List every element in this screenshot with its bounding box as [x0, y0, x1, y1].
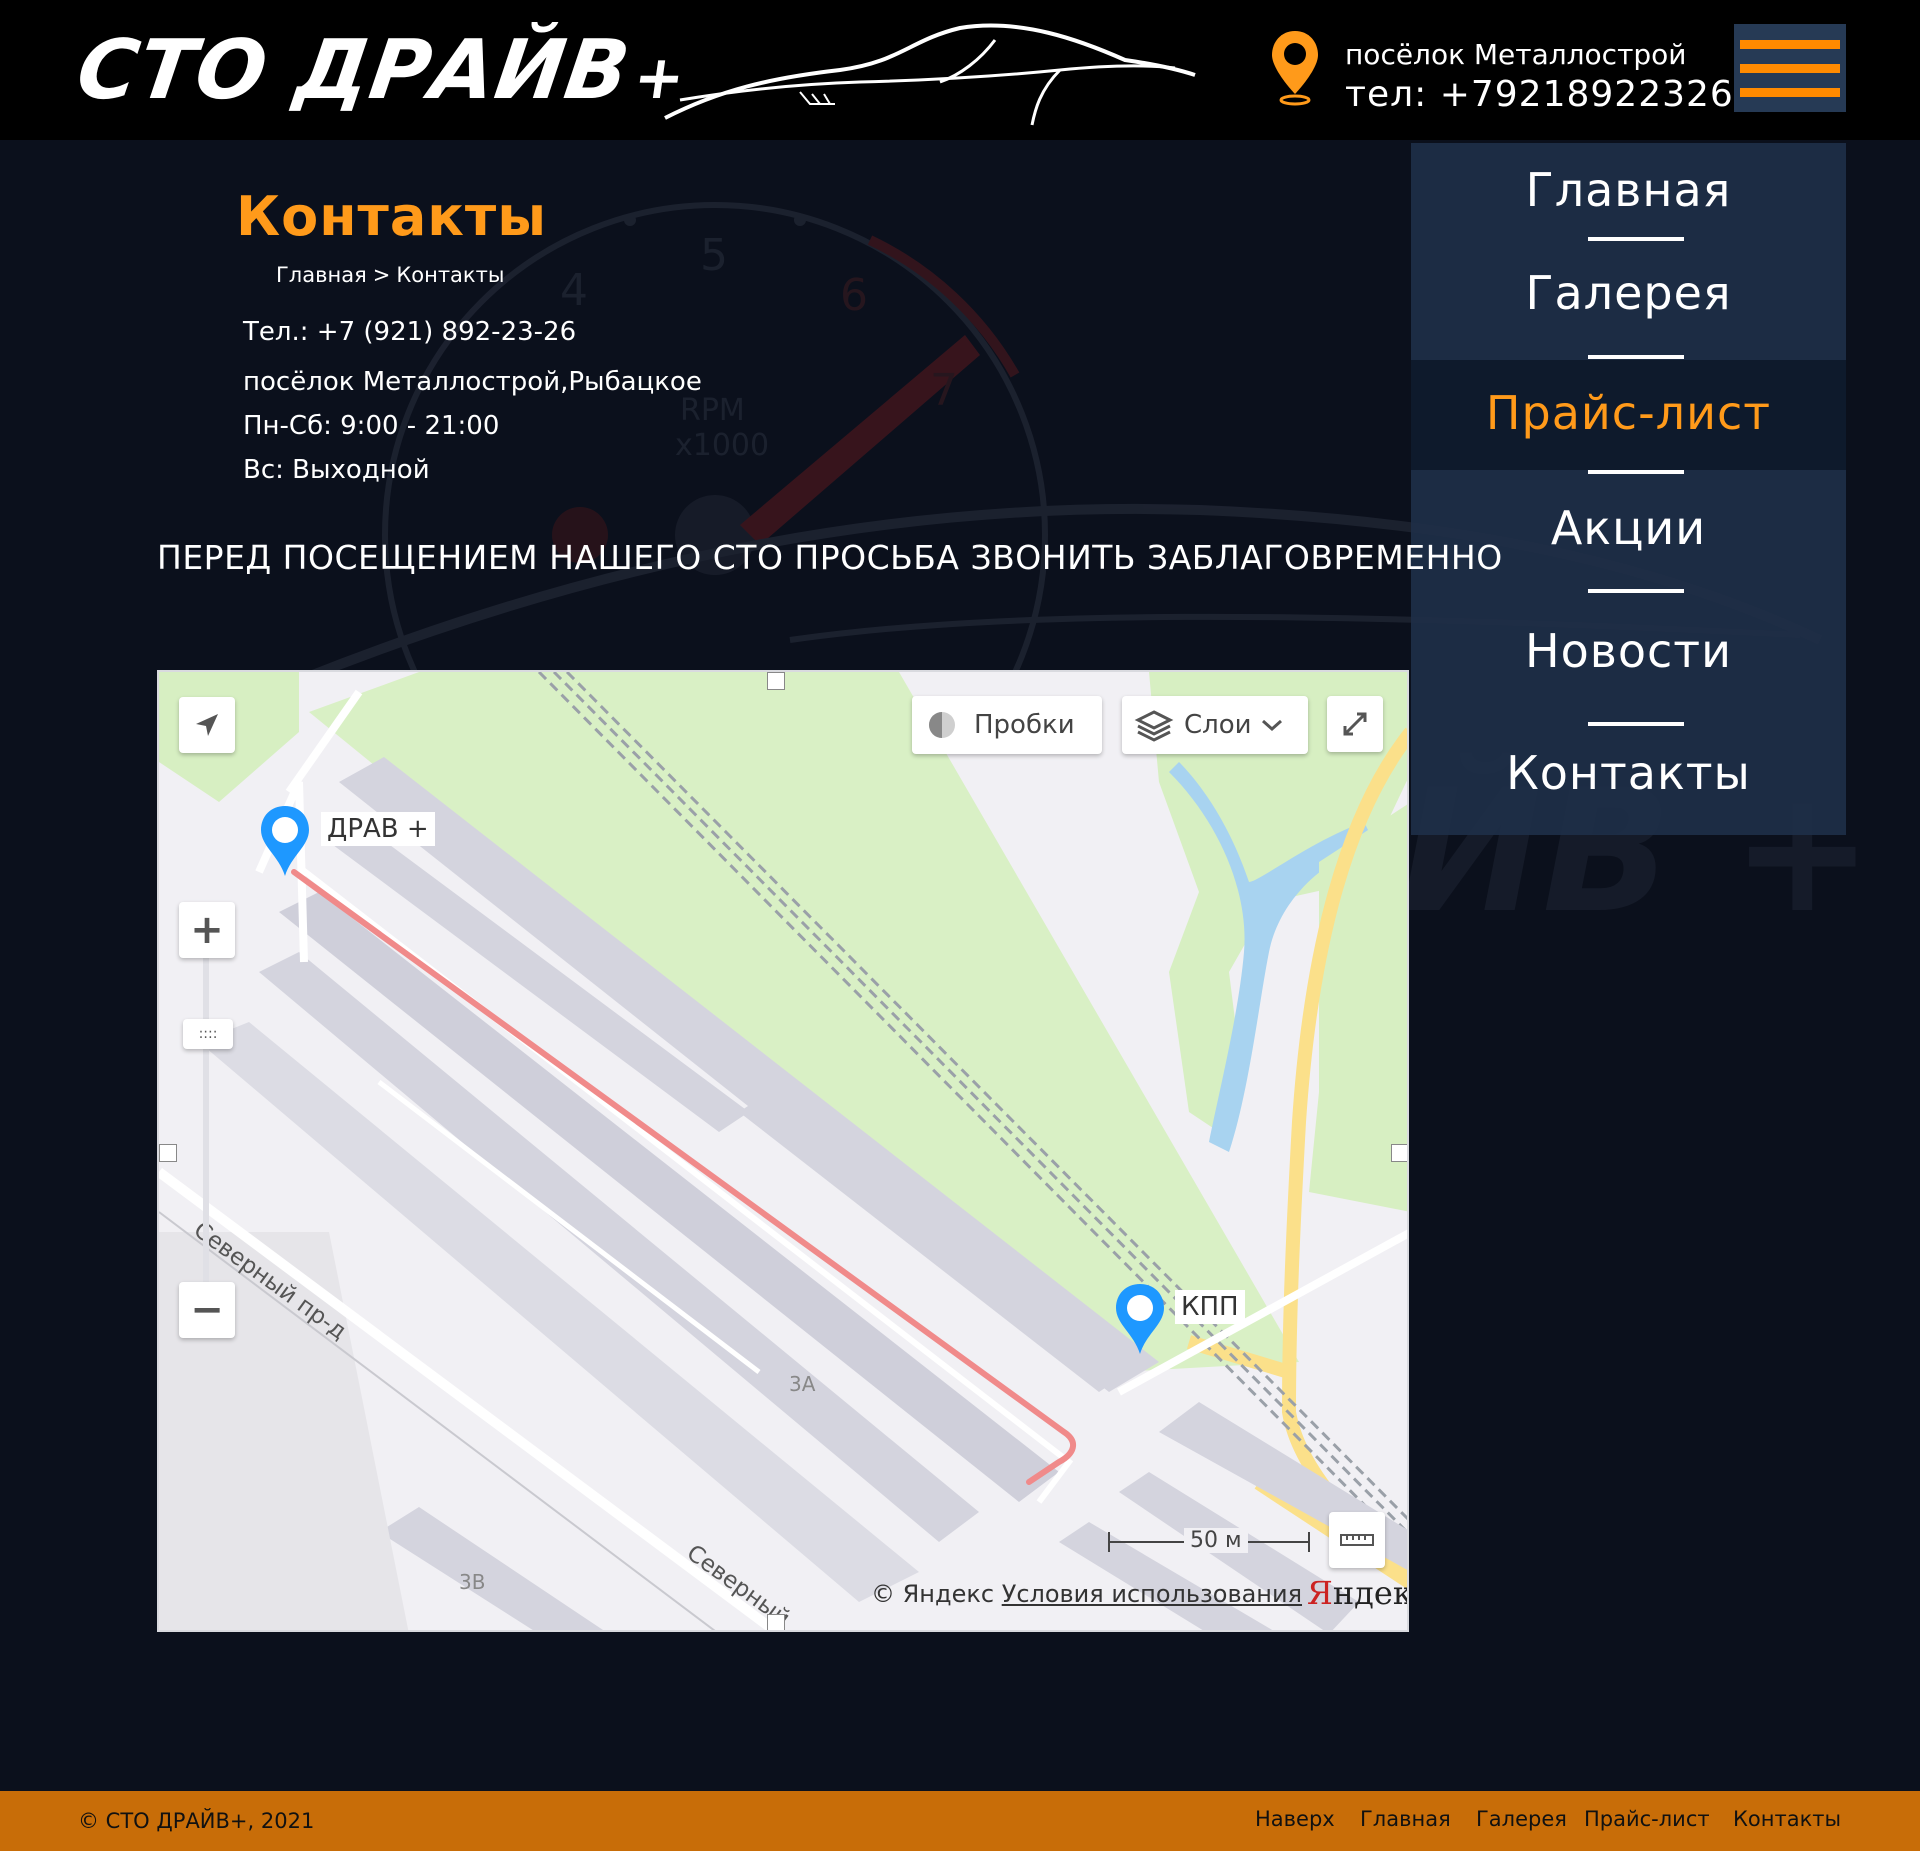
resize-handle[interactable] — [767, 1614, 785, 1630]
footer-link-price-list[interactable]: Прайс-лист — [1584, 1807, 1710, 1831]
hours-weekdays: Пн-Сб: 9:00 - 21:00 — [243, 411, 500, 441]
location-pin-icon — [1272, 31, 1318, 106]
menu-item-news[interactable]: Новости — [1411, 628, 1846, 674]
marker-label-end[interactable]: КПП — [1175, 1290, 1245, 1324]
footer-link-gallery[interactable]: Галерея — [1476, 1807, 1567, 1831]
map-scale: 50 м — [1184, 1528, 1248, 1553]
menu-item-contacts[interactable]: Контакты — [1411, 750, 1846, 796]
chevron-down-icon — [1261, 719, 1282, 732]
svg-text:7: 7 — [930, 365, 958, 416]
marker-label-start[interactable]: ДРАВ + — [321, 812, 435, 846]
geolocation-arrow-icon[interactable] — [179, 697, 235, 753]
menu-divider — [1588, 237, 1684, 241]
footer-copyright: © СТО ДРАЙВ+, 2021 — [78, 1809, 315, 1833]
layers-label: Слои — [1184, 710, 1252, 740]
menu-item-gallery[interactable]: Галерея — [1411, 270, 1846, 316]
menu-divider — [1588, 470, 1684, 474]
site-header: СТО ДРАЙВ+ посёлок Металлострой тел: +79… — [0, 0, 1920, 140]
car-outline-icon — [664, 23, 1196, 126]
burger-line — [1740, 63, 1840, 73]
footer-link-contacts[interactable]: Контакты — [1733, 1807, 1841, 1831]
resize-handle[interactable] — [159, 1144, 177, 1162]
footer-link-home[interactable]: Главная — [1360, 1807, 1451, 1831]
breadcrumb-home[interactable]: Главная — [276, 263, 367, 287]
page-title: Контакты — [236, 185, 548, 248]
building-number: 3В — [459, 1570, 486, 1594]
fullscreen-icon[interactable] — [1327, 696, 1383, 752]
zoom-in-button[interactable]: + — [179, 902, 235, 958]
site-footer: © СТО ДРАЙВ+, 2021 Наверх Главная Галере… — [0, 1791, 1920, 1851]
breadcrumb-separator: > — [372, 263, 391, 287]
yandex-logo-rest: ндекс — [1332, 1574, 1407, 1612]
footer-link-top[interactable]: Наверх — [1255, 1807, 1335, 1831]
traffic-button[interactable]: Пробки — [912, 696, 1102, 754]
building-number: 3А — [789, 1372, 816, 1396]
breadcrumb-current: Контакты — [396, 263, 505, 287]
visit-notice: ПЕРЕД ПОСЕЩЕНИЕМ НАШЕГО СТО ПРОСЬБА ЗВОН… — [157, 538, 1503, 577]
zoom-slider-track[interactable] — [203, 922, 209, 1312]
resize-handle[interactable] — [767, 672, 785, 690]
ruler-icon[interactable] — [1329, 1512, 1385, 1568]
menu-divider — [1588, 722, 1684, 726]
menu-item-home[interactable]: Главная — [1411, 167, 1846, 213]
yandex-logo[interactable]: Яндекс — [1307, 1574, 1407, 1612]
menu-item-price-list[interactable]: Прайс-лист — [1411, 390, 1846, 436]
layers-icon — [1134, 710, 1174, 742]
menu-divider — [1588, 355, 1684, 359]
hamburger-menu-icon[interactable] — [1734, 24, 1846, 112]
traffic-icon — [929, 712, 955, 738]
header-phone[interactable]: тел: +79218922326 — [1345, 74, 1734, 115]
marker-pin-icon[interactable] — [1112, 1280, 1168, 1360]
burger-line — [1740, 39, 1840, 49]
svg-text:RPM: RPM — [680, 393, 745, 428]
copyright-text: © Яндекс — [871, 1580, 995, 1608]
site-logo[interactable]: СТО ДРАЙВ+ — [71, 23, 692, 118]
svg-text:6: 6 — [840, 270, 868, 321]
zoom-out-button[interactable]: − — [179, 1282, 235, 1338]
side-menu: Главная Галерея Прайс-лист Акции Новости… — [1411, 143, 1846, 835]
logo-text: СТО ДРАЙВ — [71, 23, 636, 118]
map-copyright: © Яндекс Условия использования — [871, 1580, 1302, 1608]
layers-button[interactable]: Слои — [1122, 696, 1308, 754]
svg-text:5: 5 — [700, 230, 728, 281]
svg-text:4: 4 — [560, 265, 588, 316]
breadcrumb: Главная > Контакты — [276, 263, 504, 287]
header-address: посёлок Металлострой — [1345, 38, 1687, 71]
zoom-slider-handle[interactable]: :::: — [183, 1019, 233, 1049]
menu-divider — [1588, 589, 1684, 593]
terms-link[interactable]: Условия использования — [1002, 1580, 1302, 1608]
resize-handle[interactable] — [1391, 1144, 1407, 1162]
yandex-logo-first: Я — [1307, 1574, 1333, 1612]
svg-text:x1000: x1000 — [675, 428, 769, 463]
yandex-map[interactable]: ДРАВ + КПП Северный пр-д Северный 3А 3В … — [157, 670, 1409, 1632]
hours-sunday: Вс: Выходной — [243, 455, 430, 485]
burger-line — [1740, 87, 1840, 97]
contact-phone[interactable]: Тел.: +7 (921) 892-23-26 — [243, 317, 576, 347]
contact-address: посёлок Металлострой,Рыбацкое — [243, 367, 702, 397]
traffic-label: Пробки — [974, 710, 1075, 740]
marker-pin-icon[interactable] — [257, 802, 313, 882]
